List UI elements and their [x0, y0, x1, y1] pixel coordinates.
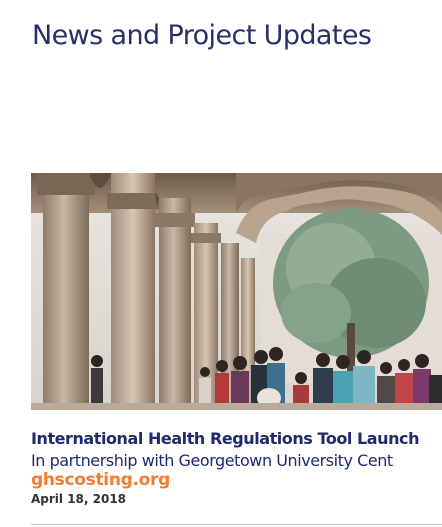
news-summary: In partnership with Georgetown Universit…: [31, 451, 393, 470]
news-headline[interactable]: International Health Regulations Tool La…: [31, 429, 419, 448]
news-date: April 18, 2018: [31, 492, 127, 506]
card-divider: [31, 524, 442, 525]
news-card: International Health Regulations Tool La…: [0, 0, 442, 527]
news-source-link[interactable]: ghscosting.org: [31, 470, 170, 490]
news-image[interactable]: [31, 173, 442, 410]
